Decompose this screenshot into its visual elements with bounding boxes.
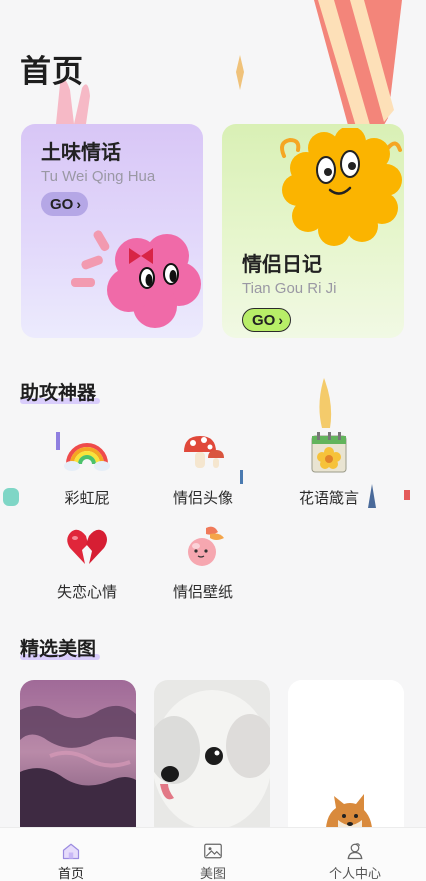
tool-label: 情侣壁纸 [172, 583, 233, 601]
go-label: GO [50, 195, 74, 213]
bottom-tab-bar: 首页 美图 个人中心 [0, 827, 426, 881]
broken-heart-icon [67, 529, 107, 564]
shiba-dog-image [288, 680, 404, 840]
card-title: 土味情话 [41, 140, 121, 164]
tool-couple-avatar[interactable]: 情侣头像 [153, 430, 253, 508]
card-title: 情侣日记 [242, 252, 322, 276]
tool-label: 花语箴言 [298, 489, 359, 507]
pink-flower-mascot-icon [71, 230, 201, 328]
tab-label: 个人中心 [328, 867, 381, 881]
tab-label: 美图 [199, 867, 226, 881]
tool-label: 失恋心情 [56, 583, 117, 601]
card-subtitle: Tu Wei Qing Hua [41, 168, 156, 185]
rainbow-icon [64, 443, 110, 471]
tool-couple-wallpaper[interactable]: 情侣壁纸 [153, 524, 253, 602]
chevron-right-icon: › [76, 196, 82, 212]
sunset-sky-image [20, 680, 136, 840]
section-title-gallery: 精选美图 [20, 634, 101, 661]
user-icon [347, 843, 363, 860]
chevron-right-icon: › [278, 312, 284, 328]
tab-label: 首页 [57, 867, 84, 881]
white-puppy-image [154, 680, 270, 840]
tool-rainbow[interactable]: 彩虹屁 [37, 430, 137, 508]
mushroom-icon [184, 436, 224, 468]
card-qinglv-riji[interactable]: 情侣日记 Tian Gou Ri Ji GO › [222, 124, 404, 338]
gallery-photo-white-puppy[interactable] [154, 680, 270, 840]
yellow-fluffy-mascot-icon [280, 128, 402, 246]
tab-profile[interactable]: 个人中心 [284, 828, 426, 881]
tab-home[interactable]: 首页 [0, 828, 142, 881]
home-icon [62, 843, 80, 860]
go-label: GO [252, 311, 276, 329]
go-button[interactable]: GO › [41, 192, 89, 216]
gallery-photo-sunset-sky[interactable] [20, 680, 136, 840]
card-tuwei-qinghua[interactable]: 土味情话 Tu Wei Qing Hua GO › [21, 124, 203, 338]
flower-calendar-icon [311, 432, 347, 473]
tab-pictures[interactable]: 美图 [142, 828, 284, 881]
tool-label: 彩虹屁 [64, 489, 110, 507]
peach-bird-icon [188, 526, 224, 566]
tool-heartbreak-mood[interactable]: 失恋心情 [37, 524, 137, 602]
page-title: 首页 [20, 54, 84, 90]
picture-icon [204, 843, 222, 859]
tool-flower-quotes[interactable]: 花语箴言 [279, 430, 379, 508]
go-button[interactable]: GO › [242, 308, 292, 332]
card-subtitle: Tian Gou Ri Ji [242, 280, 337, 297]
gallery-photo-shiba[interactable] [288, 680, 404, 840]
section-title-tools: 助攻神器 [20, 378, 101, 405]
tool-label: 情侣头像 [172, 489, 233, 507]
